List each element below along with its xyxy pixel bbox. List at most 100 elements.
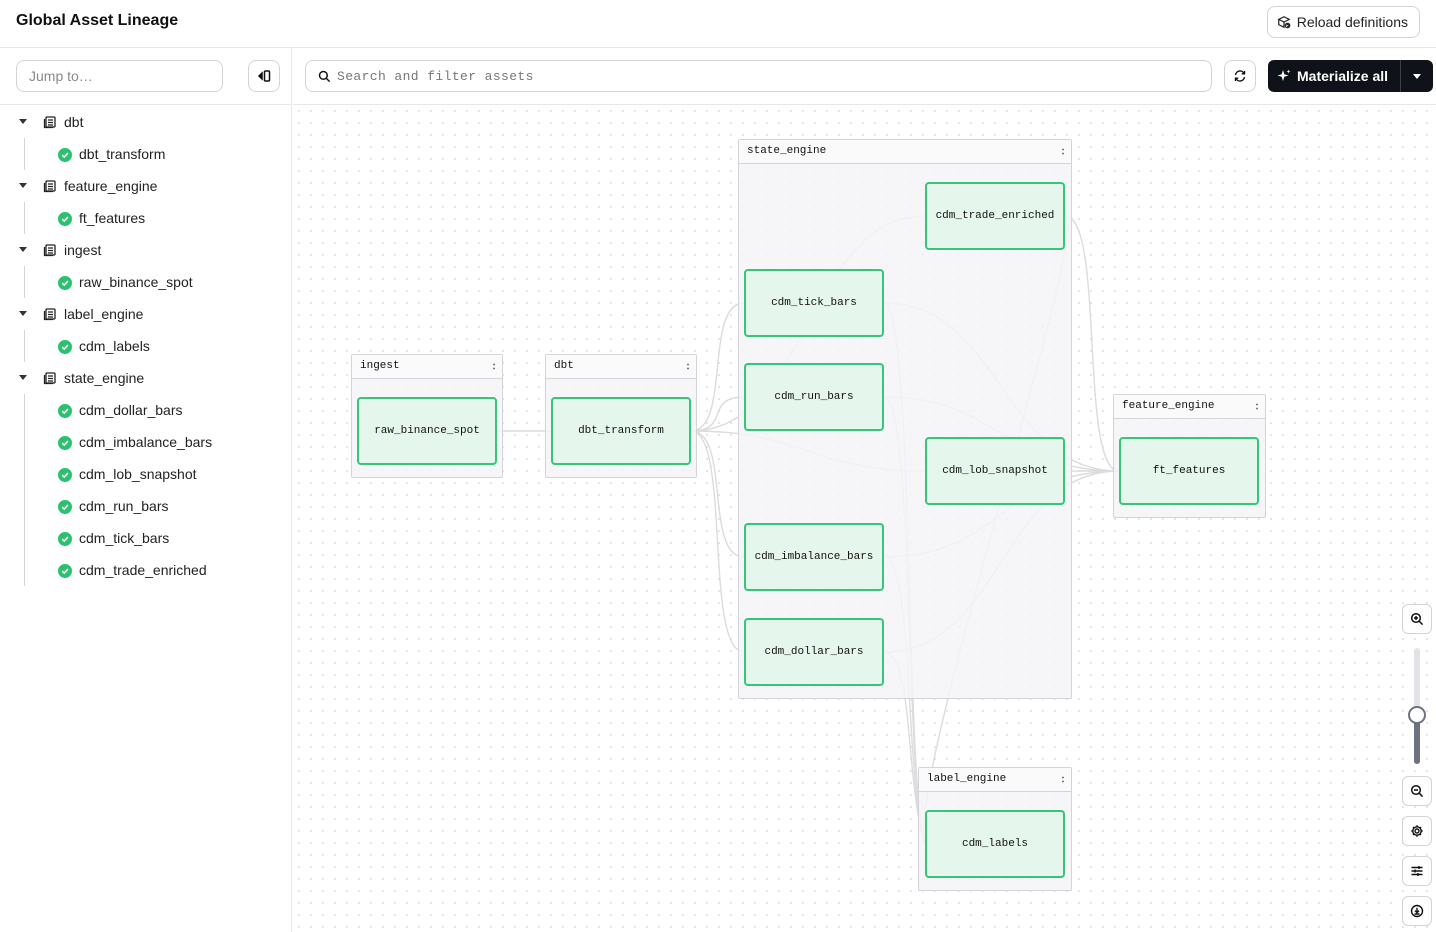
- chevron-down-icon[interactable]: [19, 375, 27, 380]
- more-icon: [1062, 148, 1064, 155]
- zoom-slider-handle[interactable]: [1408, 706, 1426, 725]
- group-title-state-engine: state_engine: [747, 145, 827, 157]
- tree-asset-item[interactable]: cdm_run_bars: [0, 490, 291, 522]
- group-title-feature-engine: feature_engine: [1122, 400, 1215, 412]
- tree-asset-item[interactable]: cdm_lob_snapshot: [0, 458, 291, 490]
- status-success-icon: [58, 500, 72, 514]
- group-title-ingest: ingest: [360, 360, 400, 372]
- tree-asset-label: cdm_tick_bars: [79, 530, 170, 546]
- layout-options-button[interactable]: [1402, 856, 1432, 886]
- tree-group-row[interactable]: dbt: [0, 106, 291, 138]
- settings-button[interactable]: [1402, 816, 1432, 846]
- asset-node-dbt-transform[interactable]: dbt_transform: [551, 397, 691, 465]
- tree-asset-item[interactable]: cdm_labels: [0, 330, 291, 362]
- group-header-dbt[interactable]: dbt: [546, 355, 696, 379]
- group-header-ingest[interactable]: ingest: [352, 355, 502, 379]
- sliders-icon: [1411, 866, 1423, 876]
- tree-group-children: ft_features: [0, 202, 291, 234]
- status-success-icon: [58, 148, 72, 162]
- sparkle-icon: [1277, 69, 1291, 81]
- tree-asset-item[interactable]: ft_features: [0, 202, 291, 234]
- group-header-label-engine[interactable]: label_engine: [919, 768, 1071, 792]
- asset-node-cdm-dollar-bars[interactable]: cdm_dollar_bars: [744, 618, 884, 686]
- asset-node-raw-binance-spot[interactable]: raw_binance_spot: [357, 397, 497, 465]
- chevron-down-icon[interactable]: [19, 311, 27, 316]
- zoom-in-icon: [1410, 612, 1424, 626]
- tree-group-row[interactable]: feature_engine: [0, 170, 291, 202]
- tree-group-row[interactable]: label_engine: [0, 298, 291, 330]
- asset-search-box[interactable]: [305, 60, 1212, 92]
- lineage-edge: [690, 302, 745, 432]
- zoom-in-button[interactable]: [1402, 604, 1432, 634]
- graph-toolbar: Materialize all: [293, 48, 1436, 105]
- tree-asset-label: cdm_imbalance_bars: [79, 434, 213, 450]
- asset-group-icon: [43, 180, 56, 193]
- group-header-state-engine[interactable]: state_engine: [739, 140, 1071, 164]
- lineage-canvas[interactable]: ingest dbt state_engine feature_engine l…: [293, 105, 1436, 932]
- asset-node-cdm-labels[interactable]: cdm_labels: [925, 810, 1065, 878]
- reload-definitions-button[interactable]: Reload definitions: [1266, 6, 1420, 38]
- materialize-options-button[interactable]: [1401, 60, 1433, 92]
- group-title-dbt: dbt: [554, 360, 574, 372]
- zoom-out-button[interactable]: [1402, 776, 1432, 806]
- more-icon: [493, 363, 495, 370]
- search-icon: [318, 70, 331, 83]
- status-success-icon: [58, 212, 72, 226]
- tree-asset-item[interactable]: cdm_imbalance_bars: [0, 426, 291, 458]
- jump-to-input[interactable]: [16, 60, 223, 92]
- asset-search-input[interactable]: [337, 61, 1197, 91]
- asset-node-cdm-lob-snapshot[interactable]: cdm_lob_snapshot: [925, 437, 1065, 505]
- tree-asset-item[interactable]: raw_binance_spot: [0, 266, 291, 298]
- zoom-controls: [1402, 604, 1432, 930]
- group-title-label-engine: label_engine: [927, 773, 1007, 785]
- tree-group-row[interactable]: state_engine: [0, 362, 291, 394]
- materialize-all-button-group: Materialize all: [1268, 60, 1433, 92]
- asset-node-cdm-tick-bars[interactable]: cdm_tick_bars: [744, 269, 884, 337]
- asset-node-cdm-trade-enriched[interactable]: cdm_trade_enriched: [925, 182, 1065, 250]
- tree-group-row[interactable]: ingest: [0, 234, 291, 266]
- download-icon: [1410, 904, 1424, 918]
- tree-group-children: raw_binance_spot: [0, 266, 291, 298]
- tree-asset-label: cdm_lob_snapshot: [79, 466, 197, 482]
- tree-group-label-engine: label_engine cdm_labels: [0, 298, 291, 362]
- asset-node-ft-features[interactable]: ft_features: [1119, 437, 1259, 505]
- asset-group-icon: [43, 244, 56, 257]
- zoom-out-icon: [1410, 784, 1424, 798]
- reload-definitions-label: Reload definitions: [1296, 14, 1408, 30]
- group-header-feature-engine[interactable]: feature_engine: [1114, 395, 1265, 419]
- tree-group-label: ingest: [64, 242, 102, 258]
- materialize-all-label: Materialize all: [1297, 68, 1389, 84]
- asset-tree: dbt dbt_transform feature_engine ft_feature…: [0, 106, 291, 586]
- chevron-down-icon[interactable]: [19, 247, 27, 252]
- page-title: Global Asset Lineage: [16, 12, 179, 29]
- tree-asset-label: cdm_dollar_bars: [79, 402, 183, 418]
- refresh-button[interactable]: [1224, 60, 1256, 92]
- download-button[interactable]: [1402, 896, 1432, 926]
- tree-group-label: label_engine: [64, 306, 144, 322]
- chevron-down-icon[interactable]: [19, 183, 27, 188]
- tree-asset-item[interactable]: dbt_transform: [0, 138, 291, 170]
- top-bar: Global Asset Lineage Reload definitions: [0, 0, 1436, 48]
- collapse-sidebar-button[interactable]: [248, 60, 280, 92]
- materialize-all-button[interactable]: Materialize all: [1268, 60, 1400, 92]
- tree-asset-item[interactable]: cdm_tick_bars: [0, 522, 291, 554]
- tree-group-label: state_engine: [64, 370, 145, 386]
- tree-asset-item[interactable]: cdm_trade_enriched: [0, 554, 291, 586]
- status-success-icon: [58, 564, 72, 578]
- asset-group-icon: [43, 116, 56, 129]
- tree-group-ingest: ingest raw_binance_spot: [0, 234, 291, 298]
- refresh-icon: [1234, 70, 1246, 82]
- tree-group-children: cdm_dollar_bars cdm_imbalance_bars cdm_lob…: [0, 394, 291, 586]
- more-icon: [1062, 776, 1064, 783]
- chevron-down-icon: [1413, 73, 1421, 79]
- sidebar-toolbar: [0, 48, 291, 105]
- chevron-down-icon[interactable]: [19, 119, 27, 124]
- tree-asset-item[interactable]: cdm_dollar_bars: [0, 394, 291, 426]
- more-icon: [687, 363, 689, 370]
- asset-node-cdm-imbalance-bars[interactable]: cdm_imbalance_bars: [744, 523, 884, 591]
- asset-node-cdm-run-bars[interactable]: cdm_run_bars: [744, 363, 884, 431]
- tree-asset-label: cdm_run_bars: [79, 498, 169, 514]
- tree-asset-label: raw_binance_spot: [79, 274, 193, 290]
- more-icon: [1256, 403, 1258, 410]
- tree-group-children: dbt_transform: [0, 138, 291, 170]
